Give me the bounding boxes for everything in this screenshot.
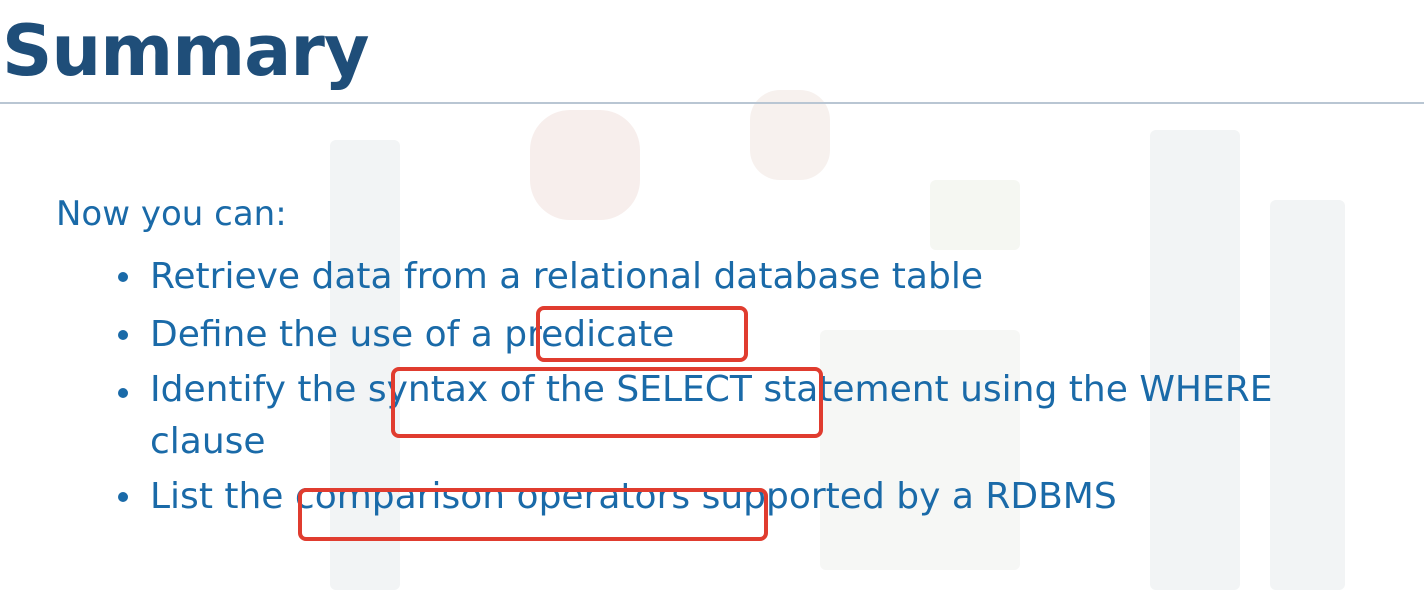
slide: Summary Now you can: Retrieve data from … <box>0 0 1424 594</box>
bullet-retrieve-data: Retrieve data from a relational database… <box>110 248 1273 306</box>
bullet-dot-icon <box>118 492 128 502</box>
highlighted-term: syntax of the SELECT <box>367 369 752 410</box>
background-watermark-shape <box>530 110 640 220</box>
intro-text: Now you can: <box>56 194 287 234</box>
bullet-text: statement using the WHERE <box>751 369 1273 410</box>
bullet-identify-syntax: Identify the syntax of the SELECT statem… <box>110 364 1273 468</box>
summary-bullet-list: Retrieve data from a relational database… <box>110 248 1273 526</box>
highlighted-term: comparison operators <box>294 476 691 517</box>
slide-title: Summary <box>2 10 370 92</box>
bullet-text-continuation: clause <box>150 421 266 462</box>
bullet-text: Retrieve data from a relational database… <box>150 256 983 297</box>
title-divider <box>0 102 1424 104</box>
bullet-dot-icon <box>118 272 128 282</box>
bullet-text: Identify the <box>150 369 368 410</box>
highlighted-term: predicate <box>504 314 675 355</box>
bullet-text: supported by a RDBMS <box>690 476 1117 517</box>
bullet-dot-icon <box>118 330 128 340</box>
bullet-define-predicate: Define the use of a predicate <box>110 306 1273 364</box>
bullet-text: Define the use of a <box>150 314 505 355</box>
background-watermark-shape <box>930 180 1020 250</box>
background-watermark-shape <box>1270 200 1345 590</box>
bullet-text: List the <box>150 476 295 517</box>
bullet-list-operators: List the comparison operators supported … <box>110 468 1273 526</box>
bullet-dot-icon <box>118 388 128 398</box>
